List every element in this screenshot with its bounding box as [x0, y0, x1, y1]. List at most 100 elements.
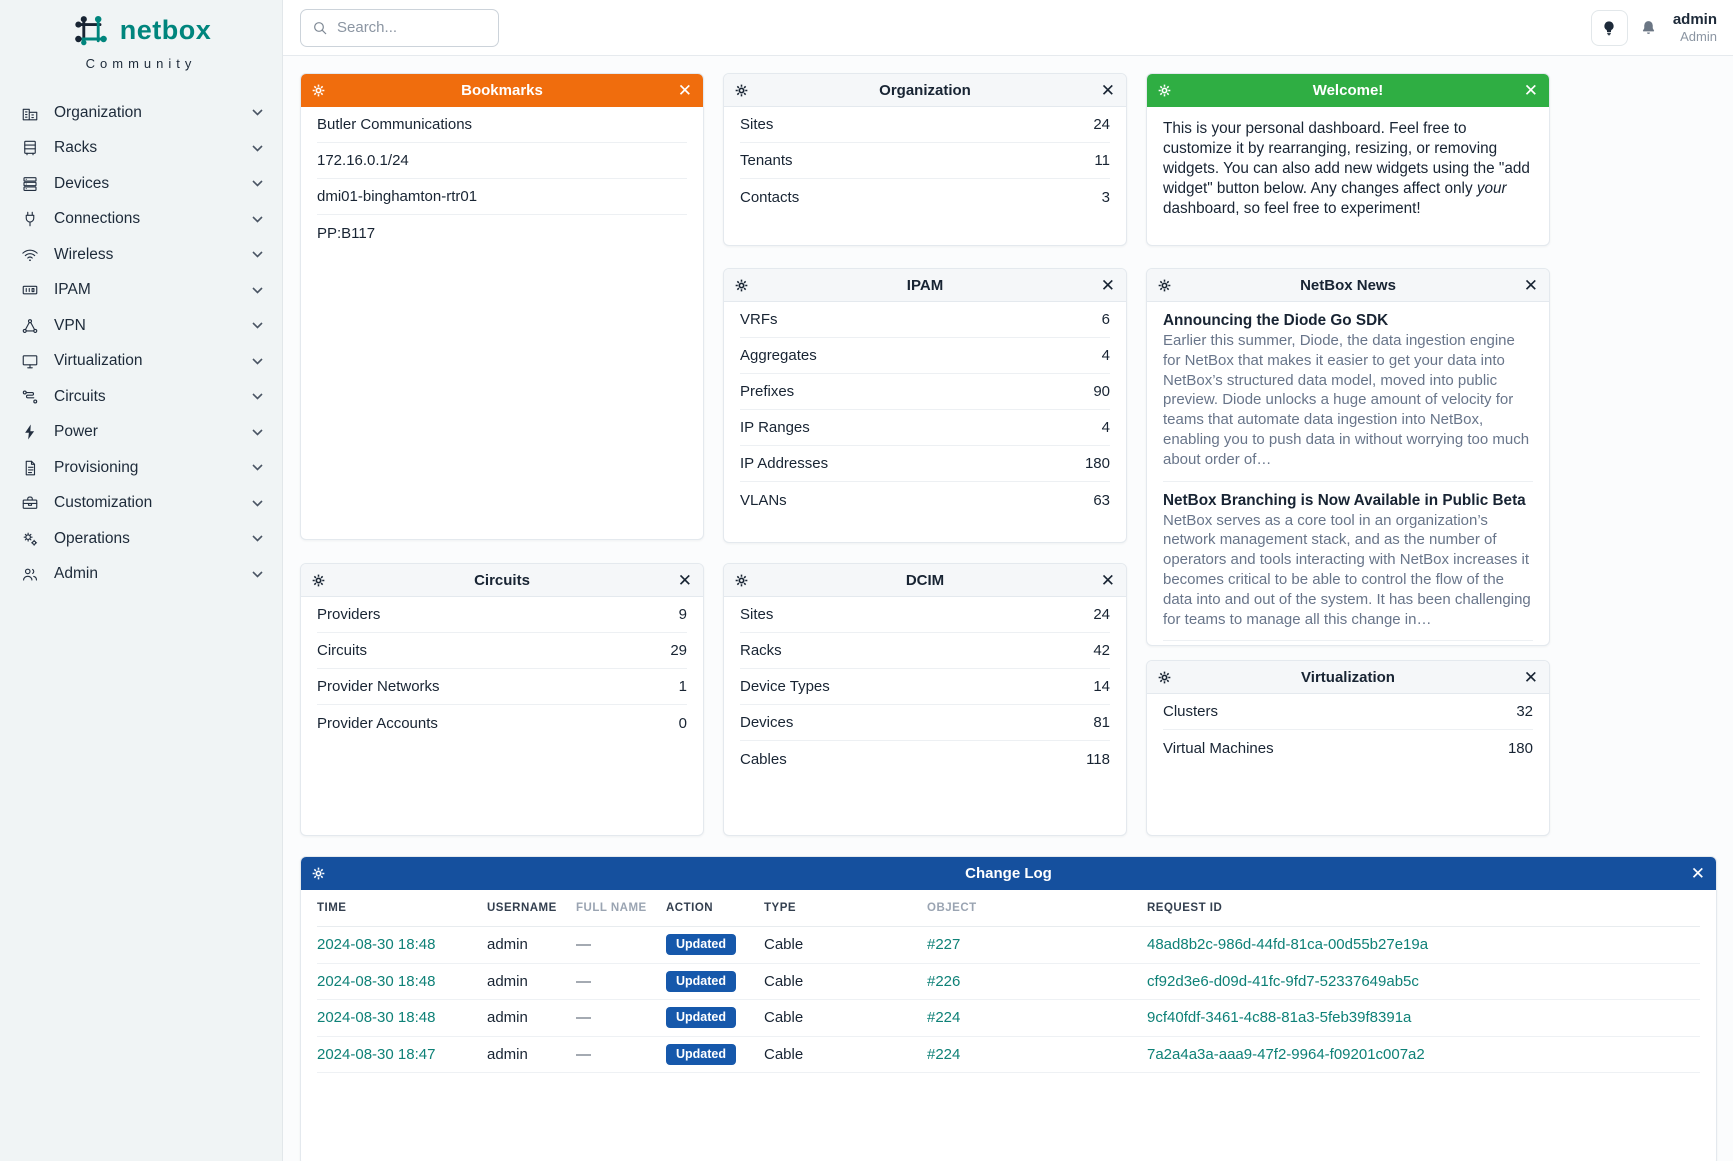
stat-value[interactable]: 29	[670, 642, 687, 659]
stat-value[interactable]: 180	[1508, 740, 1533, 757]
widget-change-log-header[interactable]: Change Log ✕	[301, 857, 1716, 890]
widget-config-button[interactable]	[1158, 671, 1171, 684]
widget-config-button[interactable]	[735, 279, 748, 292]
sidebar-item-virtualization[interactable]: Virtualization	[0, 344, 282, 380]
stat-value[interactable]: 4	[1102, 347, 1110, 364]
stat-value[interactable]: 32	[1516, 703, 1533, 720]
search-box[interactable]	[300, 9, 499, 47]
stat-value[interactable]: 4	[1102, 419, 1110, 436]
stat-value[interactable]: 3	[1102, 189, 1110, 206]
stat-value[interactable]: 0	[679, 715, 687, 732]
news-article-title[interactable]: Announcing the Diode Go SDK	[1163, 312, 1533, 330]
widget-config-button[interactable]	[1158, 279, 1171, 292]
bookmark-item[interactable]: PP:B117	[317, 215, 687, 251]
stat-value[interactable]: 6	[1102, 311, 1110, 328]
change-time-link[interactable]: 2024-08-30 18:48	[317, 973, 487, 990]
widget-virtualization-header[interactable]: Virtualization ✕	[1147, 661, 1549, 694]
chevron-down-icon	[252, 500, 263, 507]
news-article: Announcing the Diode Go SDK Earlier this…	[1163, 302, 1533, 482]
stat-value[interactable]: 81	[1093, 714, 1110, 731]
stat-value[interactable]: 24	[1093, 116, 1110, 133]
sidebar-item-provisioning[interactable]: Provisioning	[0, 450, 282, 486]
widget-config-button[interactable]	[735, 574, 748, 587]
widget-config-button[interactable]	[312, 867, 325, 880]
bookmark-item[interactable]: Butler Communications	[317, 107, 687, 143]
news-article-title[interactable]: NetBox Branching is Now Available in Pub…	[1163, 492, 1533, 510]
sidebar-item-devices[interactable]: Devices	[0, 166, 282, 202]
sidebar-item-racks[interactable]: Racks	[0, 131, 282, 167]
widget-title: DCIM	[724, 572, 1126, 589]
widget-config-button[interactable]	[1158, 84, 1171, 97]
circuit-icon	[21, 388, 39, 406]
change-object-link[interactable]: #226	[927, 973, 1147, 990]
close-icon[interactable]: ✕	[1101, 572, 1115, 589]
stat-value[interactable]: 24	[1093, 606, 1110, 623]
notifications-button[interactable]	[1640, 18, 1657, 37]
close-icon[interactable]: ✕	[1524, 277, 1538, 294]
close-icon[interactable]: ✕	[1524, 669, 1538, 686]
chevron-down-icon	[252, 145, 263, 152]
gear-icon	[735, 84, 748, 97]
stat-row: Provider Networks1	[317, 669, 687, 705]
widget-config-button[interactable]	[735, 84, 748, 97]
theme-toggle-button[interactable]	[1591, 10, 1628, 46]
stat-value[interactable]: 14	[1093, 678, 1110, 695]
user-menu[interactable]: admin Admin	[1673, 11, 1717, 45]
stat-row: Virtual Machines180	[1163, 730, 1533, 766]
stat-value[interactable]: 42	[1093, 642, 1110, 659]
change-object-link[interactable]: #227	[927, 936, 1147, 953]
change-request-id-link[interactable]: cf92d3e6-d09d-41fc-9fd7-52337649ab5c	[1147, 973, 1700, 990]
widget-organization-header[interactable]: Organization ✕	[724, 74, 1126, 107]
stat-value[interactable]: 90	[1093, 383, 1110, 400]
sidebar-item-power[interactable]: Power	[0, 415, 282, 451]
stat-value[interactable]: 11	[1094, 152, 1110, 169]
change-object-link[interactable]: #224	[927, 1009, 1147, 1026]
chevron-down-icon	[252, 535, 263, 542]
stat-value[interactable]: 1	[679, 678, 687, 695]
status-badge: Updated	[666, 971, 736, 992]
stat-value[interactable]: 180	[1085, 455, 1110, 472]
sidebar-item-connections[interactable]: Connections	[0, 202, 282, 238]
change-object-link[interactable]: #224	[927, 1046, 1147, 1063]
widget-news-header[interactable]: NetBox News ✕	[1147, 269, 1549, 302]
sidebar-item-admin[interactable]: Admin	[0, 557, 282, 593]
widget-bookmarks-header[interactable]: Bookmarks ✕	[301, 74, 703, 107]
bookmark-item[interactable]: 172.16.0.1/24	[317, 143, 687, 179]
widget-config-button[interactable]	[312, 574, 325, 587]
search-input[interactable]	[337, 19, 487, 36]
sidebar-item-ipam[interactable]: IPAM	[0, 273, 282, 309]
stat-value[interactable]: 9	[679, 606, 687, 623]
widget-dcim-header[interactable]: DCIM ✕	[724, 564, 1126, 597]
change-request-id-link[interactable]: 9cf40fdf-3461-4c88-81a3-5feb39f8391a	[1147, 1009, 1700, 1026]
bookmark-item[interactable]: dmi01-binghamton-rtr01	[317, 179, 687, 215]
widget-config-button[interactable]	[312, 84, 325, 97]
stat-value[interactable]: 118	[1086, 751, 1110, 768]
change-type: Cable	[764, 936, 927, 953]
change-request-id-link[interactable]: 7a2a4a3a-aaa9-47f2-9964-f09201c007a2	[1147, 1046, 1700, 1063]
gear-icon	[312, 84, 325, 97]
sidebar-item-circuits[interactable]: Circuits	[0, 379, 282, 415]
close-icon[interactable]: ✕	[1101, 277, 1115, 294]
widget-welcome-header[interactable]: Welcome! ✕	[1147, 74, 1549, 107]
gear-icon	[1158, 84, 1171, 97]
sidebar-item-vpn[interactable]: VPN	[0, 308, 282, 344]
change-time-link[interactable]: 2024-08-30 18:48	[317, 1009, 487, 1026]
close-icon[interactable]: ✕	[1524, 82, 1538, 99]
close-icon[interactable]: ✕	[1691, 865, 1705, 882]
brand[interactable]: netbox Community	[0, 0, 282, 71]
sidebar-item-organization[interactable]: Organization	[0, 95, 282, 131]
news-article-excerpt: Earlier this summer, Diode, the data ing…	[1163, 331, 1533, 470]
close-icon[interactable]: ✕	[1101, 82, 1115, 99]
sidebar-item-wireless[interactable]: Wireless	[0, 237, 282, 273]
sidebar-item-operations[interactable]: Operations	[0, 521, 282, 557]
widget-circuits-header[interactable]: Circuits ✕	[301, 564, 703, 597]
change-time-link[interactable]: 2024-08-30 18:47	[317, 1046, 487, 1063]
widget-ipam-header[interactable]: IPAM ✕	[724, 269, 1126, 302]
stat-value[interactable]: 63	[1093, 492, 1110, 509]
close-icon[interactable]: ✕	[678, 82, 692, 99]
close-icon[interactable]: ✕	[678, 572, 692, 589]
change-time-link[interactable]: 2024-08-30 18:48	[317, 936, 487, 953]
sidebar-item-customization[interactable]: Customization	[0, 486, 282, 522]
change-request-id-link[interactable]: 48ad8b2c-986d-44fd-81ca-00d55b27e19a	[1147, 936, 1700, 953]
stat-row: Devices81	[740, 705, 1110, 741]
